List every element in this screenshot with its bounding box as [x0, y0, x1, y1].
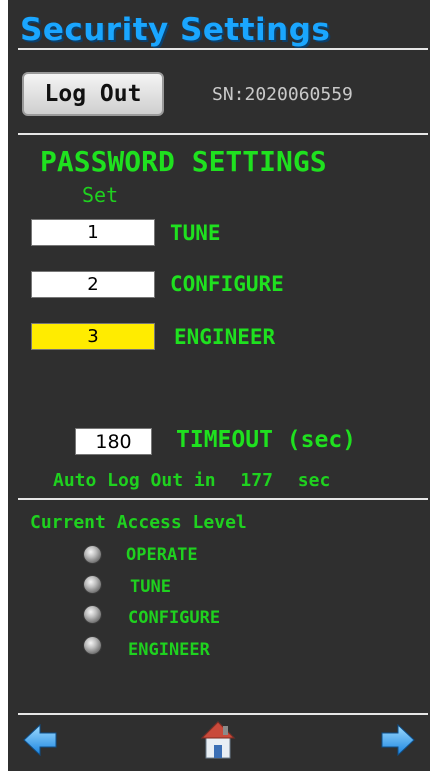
engineer-level-label: ENGINEER	[174, 325, 276, 349]
log-out-button[interactable]: Log Out	[22, 72, 164, 116]
engineer-password-field[interactable]: 3	[31, 323, 155, 350]
tune-level-label: TUNE	[170, 221, 221, 245]
configure-password-field[interactable]: 2	[31, 271, 155, 298]
operate-indicator-led	[84, 546, 101, 563]
security-settings-screen: Security Settings Log Out SN:2020060559 …	[8, 0, 430, 771]
right-arrow-icon[interactable]	[380, 723, 416, 757]
set-column-label: Set	[82, 183, 119, 207]
tune-indicator-led	[84, 576, 101, 593]
access-item-tune: TUNE	[130, 577, 171, 597]
access-item-engineer: ENGINEER	[128, 640, 210, 660]
access-item-operate: OPERATE	[126, 545, 198, 565]
configure-indicator-led	[84, 606, 101, 623]
home-icon[interactable]	[200, 720, 236, 760]
page-title: Security Settings	[20, 12, 331, 48]
left-arrow-icon[interactable]	[22, 723, 58, 757]
tune-password-field[interactable]: 1	[31, 219, 155, 246]
section-divider	[18, 133, 428, 135]
access-divider	[18, 498, 428, 500]
access-item-configure: CONFIGURE	[128, 608, 221, 628]
auto-logout-remaining: 177	[240, 470, 273, 491]
engineer-indicator-led	[84, 637, 101, 654]
current-access-level-heading: Current Access Level	[30, 512, 247, 533]
serial-number: SN:2020060559	[212, 84, 353, 105]
timeout-label: TIMEOUT (sec)	[176, 427, 357, 453]
auto-logout-status: Auto Log Out in 177 sec	[53, 470, 330, 491]
auto-logout-unit: sec	[297, 470, 331, 491]
configure-level-label: CONFIGURE	[170, 272, 284, 296]
timeout-field[interactable]: 180	[75, 428, 152, 455]
title-divider	[18, 48, 428, 50]
auto-logout-prefix: Auto Log Out in	[53, 470, 216, 491]
nav-divider	[18, 713, 428, 715]
password-settings-heading: PASSWORD SETTINGS	[40, 145, 327, 178]
